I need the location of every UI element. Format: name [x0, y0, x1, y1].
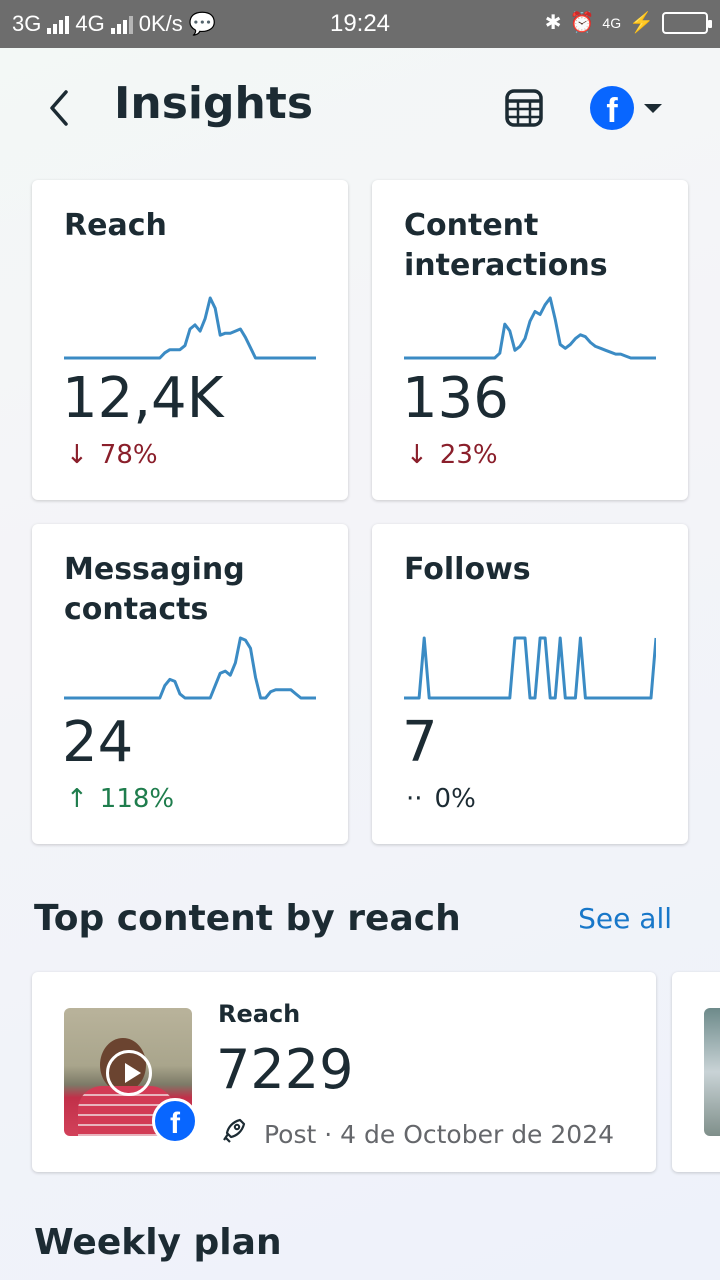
follows-sparkline	[404, 636, 656, 700]
sparkline-path	[64, 636, 316, 700]
sparkline-path	[64, 296, 316, 360]
alarm-icon: ⏰	[569, 12, 595, 34]
delta-percent: 78%	[99, 440, 158, 470]
status-right: ✱ ⏰ 4G ⚡	[544, 10, 712, 35]
neutral-dots-icon: ··	[406, 784, 423, 814]
play-icon	[106, 1050, 152, 1096]
delta-percent: 23%	[439, 440, 498, 470]
top-content-title: Top content by reach	[34, 898, 461, 939]
arrow-down-icon: ↓	[66, 440, 88, 470]
facebook-icon: f	[590, 86, 634, 130]
page-title: Insights	[114, 78, 314, 129]
table-icon[interactable]	[502, 86, 546, 130]
card-title: Reach	[64, 208, 167, 243]
top-content-card[interactable]: f Reach 7229 Post · 4 de October de 2024	[32, 972, 656, 1172]
post-thumbnail-2	[704, 1008, 720, 1136]
follows-card[interactable]: Follows 7 ·· 0%	[372, 524, 688, 844]
see-all-link[interactable]: See all	[578, 902, 672, 935]
back-arrow-icon[interactable]	[38, 82, 78, 134]
card-delta: ↓ 78%	[66, 440, 158, 470]
content-interactions-sparkline	[404, 296, 656, 360]
content-meta: Post · 4 de October de 2024	[218, 1116, 614, 1152]
card-delta: ↓ 23%	[406, 440, 498, 470]
card-title: Content interactions	[404, 208, 608, 283]
card-value: 24	[62, 710, 134, 775]
card-title: Follows	[404, 552, 531, 587]
battery-icon	[662, 11, 712, 34]
arrow-up-icon: ↑	[66, 784, 88, 814]
card-title: Messaging contacts	[64, 552, 245, 627]
delta-percent: 118%	[99, 784, 175, 814]
sparkline-path	[404, 296, 656, 360]
charging-icon: ⚡	[629, 12, 654, 34]
next-content-card[interactable]	[672, 972, 720, 1172]
content-interactions-card[interactable]: Content interactions 136 ↓ 23%	[372, 180, 688, 500]
account-switcher[interactable]: f	[590, 86, 662, 130]
reach-card[interactable]: Reach 12,4K ↓ 78%	[32, 180, 348, 500]
caret-down-icon	[644, 103, 662, 113]
header: Insights f	[0, 48, 720, 168]
content-meta-text: Post · 4 de October de 2024	[264, 1119, 615, 1149]
messaging-sparkline	[64, 636, 316, 700]
content-reach-label: Reach	[218, 1000, 301, 1028]
card-value: 7	[402, 710, 438, 775]
card-delta: ↑ 118%	[66, 784, 174, 814]
delta-percent: 0%	[434, 784, 476, 814]
bluetooth-icon: ✱	[544, 12, 562, 34]
reach-sparkline	[64, 296, 316, 360]
network-small: 4G	[602, 14, 622, 31]
weekly-plan-title: Weekly plan	[34, 1222, 282, 1263]
status-bar: 3G 4G 0K/s 💬 19:24 ✱ ⏰ 4G ⚡	[0, 0, 720, 48]
card-delta: ·· 0%	[406, 784, 476, 814]
rocket-icon	[218, 1116, 248, 1152]
messaging-contacts-card[interactable]: Messaging contacts 24 ↑ 118%	[32, 524, 348, 844]
facebook-badge-icon: f	[152, 1098, 198, 1144]
content-reach-value: 7229	[216, 1038, 354, 1101]
arrow-down-icon: ↓	[406, 440, 428, 470]
card-value: 12,4K	[62, 366, 224, 431]
card-value: 136	[402, 366, 509, 431]
sparkline-path	[404, 636, 656, 700]
